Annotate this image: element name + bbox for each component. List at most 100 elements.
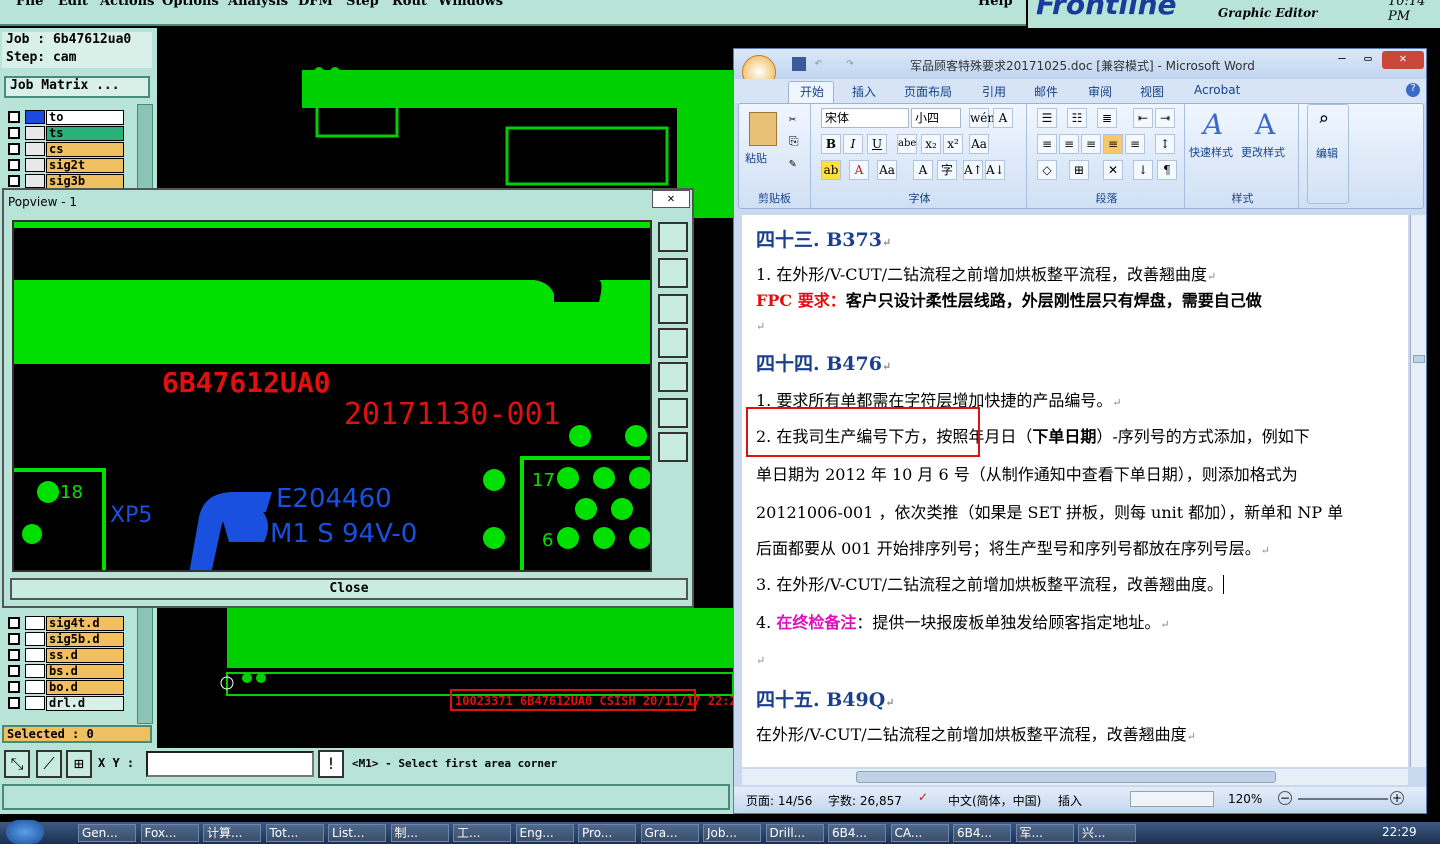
font-size-select[interactable]: 小四: [911, 108, 961, 128]
save-icon[interactable]: [792, 57, 806, 71]
popview-zoom-in-icon[interactable]: [658, 432, 688, 462]
grow-font-icon[interactable]: A↑: [963, 160, 983, 180]
proofing-icon[interactable]: ✓: [918, 790, 928, 804]
decrease-indent-icon[interactable]: ⇤: [1133, 108, 1153, 128]
font-name-select[interactable]: 宋体: [821, 108, 909, 128]
layer-color-swatch[interactable]: [25, 142, 45, 156]
layer-checkbox[interactable]: [8, 175, 20, 187]
layer-color-swatch[interactable]: [25, 110, 45, 124]
popview-close-icon[interactable]: ✕: [652, 190, 690, 208]
tab-view[interactable]: 视图: [1140, 83, 1164, 100]
layer-row[interactable]: to: [8, 110, 124, 125]
layer-row[interactable]: ts: [8, 126, 124, 141]
paste-button[interactable]: 粘贴: [745, 150, 767, 166]
tab-home[interactable]: 开始: [800, 83, 824, 100]
layer-name[interactable]: sig2t: [46, 158, 124, 173]
snap-icon[interactable]: ⊞: [66, 750, 92, 778]
layer-name[interactable]: cs: [46, 142, 124, 157]
taskbar-item[interactable]: Job...: [703, 824, 761, 842]
zoom-level[interactable]: 120%: [1228, 792, 1262, 806]
shrink-font-icon[interactable]: A↓: [985, 160, 1005, 180]
measure-icon[interactable]: ⟋: [36, 750, 62, 778]
layer-checkbox[interactable]: [8, 633, 20, 645]
layer-checkbox[interactable]: [8, 127, 20, 139]
format-painter-icon[interactable]: ✎: [789, 156, 796, 170]
line-spacing-icon[interactable]: ↕: [1155, 134, 1175, 154]
taskbar-item[interactable]: List...: [328, 824, 386, 842]
cut-icon[interactable]: ✂: [789, 112, 796, 126]
layer-name[interactable]: to: [46, 110, 124, 125]
increase-indent-icon[interactable]: ⇥: [1155, 108, 1175, 128]
font-color-icon[interactable]: A: [849, 160, 869, 180]
taskbar-item[interactable]: 工...: [453, 824, 511, 842]
minimize-icon[interactable]: –: [1330, 51, 1354, 69]
taskbar-item[interactable]: 计算...: [203, 824, 261, 842]
layer-checkbox[interactable]: [8, 143, 20, 155]
layer-row[interactable]: sig4t.d: [8, 616, 124, 631]
layer-row[interactable]: bo.d: [8, 680, 124, 695]
tab-acrobat[interactable]: Acrobat: [1194, 83, 1240, 97]
taskbar-item[interactable]: Eng...: [515, 824, 574, 842]
justify-icon[interactable]: ≡: [1103, 134, 1123, 154]
tab-mailings[interactable]: 邮件: [1034, 83, 1058, 100]
layer-name[interactable]: ts: [46, 126, 124, 141]
align-left-icon[interactable]: ≡: [1037, 134, 1057, 154]
popview-canvas[interactable]: 6B47612UA0 20171130-001 18 XP5 E204460 M…: [12, 220, 652, 572]
layer-name[interactable]: sig4t.d: [46, 616, 124, 631]
job-matrix-button[interactable]: Job Matrix ...: [4, 76, 150, 98]
layer-color-swatch[interactable]: [25, 174, 45, 188]
layer-color-swatch[interactable]: [25, 664, 45, 678]
align-right-icon[interactable]: ≡: [1081, 134, 1101, 154]
vertical-scrollbar[interactable]: [1410, 215, 1426, 767]
numbering-icon[interactable]: ☷: [1067, 108, 1087, 128]
superscript-icon[interactable]: x²: [943, 134, 963, 154]
zoom-out-icon[interactable]: −: [1278, 791, 1292, 805]
taskbar-item[interactable]: Tot...: [265, 824, 324, 842]
popview-down-icon[interactable]: [658, 294, 688, 324]
undo-icon[interactable]: ↶: [814, 55, 822, 71]
start-button-icon[interactable]: [6, 820, 44, 844]
layer-row[interactable]: cs: [8, 142, 124, 157]
close-icon[interactable]: ✕: [1382, 51, 1424, 69]
borders-icon[interactable]: ⊞: [1069, 160, 1089, 180]
bullets-icon[interactable]: ☰: [1037, 108, 1057, 128]
layer-checkbox[interactable]: [8, 665, 20, 677]
layer-checkbox[interactable]: [8, 681, 20, 693]
menu-help[interactable]: Help: [978, 0, 1013, 9]
word-count[interactable]: 字数: 26,857: [828, 792, 902, 809]
enclose-char-icon[interactable]: 字: [937, 160, 957, 180]
tab-references[interactable]: 引用: [982, 83, 1006, 100]
layer-color-swatch[interactable]: [25, 158, 45, 172]
change-styles-icon[interactable]: A: [1255, 108, 1275, 141]
layer-row[interactable]: sig5b.d: [8, 632, 124, 647]
popview-up-icon[interactable]: [658, 258, 688, 288]
layer-checkbox[interactable]: [8, 617, 20, 629]
popview-right-icon[interactable]: [658, 362, 688, 392]
menu-file[interactable]: File: [16, 0, 43, 9]
strikethrough-icon[interactable]: abe: [897, 134, 917, 154]
taskbar-item[interactable]: 军...: [1015, 824, 1074, 842]
taskbar-item[interactable]: 制...: [390, 824, 449, 842]
page-count[interactable]: 页面: 14/56: [746, 792, 812, 809]
chinese-layout-icon[interactable]: ✕: [1103, 160, 1123, 180]
layer-row[interactable]: bs.d: [8, 664, 124, 679]
clear-format-icon[interactable]: Aa: [969, 134, 989, 154]
popview-fit-icon[interactable]: [658, 222, 688, 252]
taskbar-item[interactable]: 6B4...: [953, 824, 1011, 842]
change-styles-button[interactable]: 更改样式: [1241, 144, 1285, 160]
zoom-area-icon[interactable]: ⤡: [4, 750, 30, 778]
taskbar-item[interactable]: Pro...: [578, 824, 636, 842]
change-case-icon[interactable]: Aa: [877, 160, 897, 180]
layer-checkbox[interactable]: [8, 649, 20, 661]
document-page[interactable]: 四十三. B373↵ 1. 在外形/V-CUT/二钻流程之前增加烘板整平流程，改…: [742, 215, 1408, 767]
maximize-icon[interactable]: ▭: [1356, 51, 1380, 69]
taskbar-item[interactable]: 兴...: [1078, 824, 1136, 842]
find-icon[interactable]: ⌕: [1318, 109, 1329, 130]
layer-color-swatch[interactable]: [25, 616, 45, 630]
layer-checkbox[interactable]: [8, 697, 20, 709]
view-buttons[interactable]: [1130, 791, 1214, 807]
shading-icon[interactable]: ◇: [1037, 160, 1057, 180]
menu-rout[interactable]: Rout: [392, 0, 427, 9]
menu-options[interactable]: Options: [162, 0, 219, 9]
help-icon[interactable]: ?: [1406, 83, 1420, 97]
